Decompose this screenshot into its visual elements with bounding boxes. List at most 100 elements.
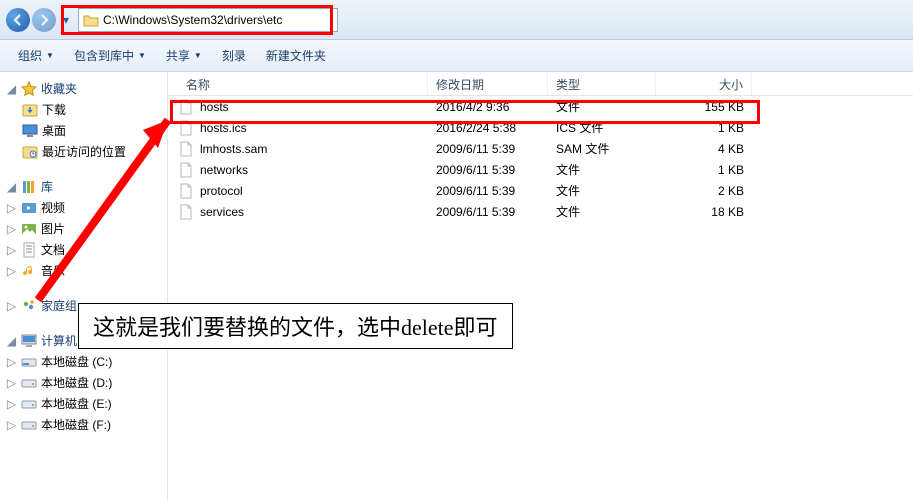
file-rows: hosts2016/4/2 9:36文件155 KBhosts.ics2016/… <box>168 96 913 222</box>
sidebar-item-label: 本地磁盘 (E:) <box>41 395 112 412</box>
expander-icon: ▷ <box>6 202 17 213</box>
expander-icon: ▷ <box>6 356 17 367</box>
file-name: protocol <box>200 184 243 198</box>
sidebar-item-desktop[interactable]: 桌面 <box>2 120 165 141</box>
column-size[interactable]: 大小 <box>656 72 752 95</box>
include-menu[interactable]: 包含到库中▼ <box>66 43 154 68</box>
libraries-header[interactable]: ◢ 库 <box>2 176 165 197</box>
sidebar-item-drive-d[interactable]: ▷ 本地磁盘 (D:) <box>2 372 165 393</box>
include-label: 包含到库中 <box>74 47 134 64</box>
back-button[interactable] <box>6 8 30 32</box>
sidebar-item-label: 本地磁盘 (C:) <box>41 353 112 370</box>
toolbar: 组织▼ 包含到库中▼ 共享▼ 刻录 新建文件夹 <box>0 40 913 72</box>
sidebar-item-drive-e[interactable]: ▷ 本地磁盘 (E:) <box>2 393 165 414</box>
file-icon <box>178 99 194 115</box>
address-path: C:\Windows\System32\drivers\etc <box>103 13 282 27</box>
newfolder-button[interactable]: 新建文件夹 <box>258 43 334 68</box>
libraries-group: ◢ 库 ▷ 视频 ▷ 图片 ▷ 文档 ▷ 音乐 <box>2 176 165 281</box>
sidebar-item-documents[interactable]: ▷ 文档 <box>2 239 165 260</box>
sidebar-item-pictures[interactable]: ▷ 图片 <box>2 218 165 239</box>
homegroup-icon <box>21 298 37 314</box>
column-type[interactable]: 类型 <box>548 72 656 95</box>
file-size: 4 KB <box>656 142 752 156</box>
burn-button[interactable]: 刻录 <box>214 43 254 68</box>
file-icon <box>178 141 194 157</box>
file-row[interactable]: services2009/6/11 5:39文件18 KB <box>168 201 913 222</box>
address-box[interactable]: C:\Windows\System32\drivers\etc <box>78 8 338 32</box>
file-row[interactable]: lmhosts.sam2009/6/11 5:39SAM 文件4 KB <box>168 138 913 159</box>
file-row[interactable]: hosts 2016/4/2 9:36文件155 KB <box>168 96 913 117</box>
favorites-header[interactable]: ◢ 收藏夹 <box>2 78 165 99</box>
address-bar: ▾ C:\Windows\System32\drivers\etc <box>0 0 913 40</box>
file-date: 2009/6/11 5:39 <box>428 163 548 177</box>
file-icon <box>178 120 194 136</box>
sidebar-item-label: 最近访问的位置 <box>42 143 126 160</box>
file-row[interactable]: networks2009/6/11 5:39文件1 KB <box>168 159 913 180</box>
expander-icon: ▷ <box>6 377 17 388</box>
expander-icon: ◢ <box>6 335 17 346</box>
nav-history-dropdown[interactable]: ▾ <box>58 13 74 27</box>
sidebar-item-label: 音乐 <box>41 262 65 279</box>
sidebar-item-label: 图片 <box>41 220 65 237</box>
file-icon <box>178 204 194 220</box>
desktop-icon <box>22 123 38 139</box>
file-name: hosts.ics <box>200 121 247 135</box>
column-date[interactable]: 修改日期 <box>428 72 548 95</box>
expander-icon: ▷ <box>6 265 17 276</box>
newfolder-label: 新建文件夹 <box>266 47 326 64</box>
favorites-group: ◢ 收藏夹 下载 桌面 最近访问的位置 <box>2 78 165 162</box>
main-pane: ◢ 收藏夹 下载 桌面 最近访问的位置 ◢ 库 <box>0 72 913 501</box>
file-name: lmhosts.sam <box>200 142 267 156</box>
file-name: hosts <box>200 100 229 114</box>
sidebar-item-label: 本地磁盘 (F:) <box>41 416 111 433</box>
share-menu[interactable]: 共享▼ <box>158 43 210 68</box>
file-type: 文件 <box>548 161 656 178</box>
sidebar-item-music[interactable]: ▷ 音乐 <box>2 260 165 281</box>
computer-label: 计算机 <box>41 332 77 349</box>
file-name: services <box>200 205 244 219</box>
organize-menu[interactable]: 组织▼ <box>10 43 62 68</box>
sidebar-item-label: 下载 <box>42 101 66 118</box>
expander-icon: ▷ <box>6 419 17 430</box>
expander-icon: ◢ <box>6 83 17 94</box>
file-name: networks <box>200 163 248 177</box>
file-size: 155 KB <box>656 100 752 114</box>
column-name[interactable]: 名称 <box>168 72 428 95</box>
expander-icon: ▷ <box>6 244 17 255</box>
sidebar-item-drive-f[interactable]: ▷ 本地磁盘 (F:) <box>2 414 165 435</box>
file-icon <box>178 162 194 178</box>
file-date: 2009/6/11 5:39 <box>428 184 548 198</box>
file-row[interactable]: hosts.ics2016/2/24 5:38ICS 文件1 KB <box>168 117 913 138</box>
file-type: 文件 <box>548 182 656 199</box>
file-icon <box>178 183 194 199</box>
star-icon <box>21 81 37 97</box>
sidebar-item-label: 视频 <box>41 199 65 216</box>
downloads-icon <box>22 102 38 118</box>
sidebar-item-recent[interactable]: 最近访问的位置 <box>2 141 165 162</box>
expander-icon: ▷ <box>6 300 17 311</box>
sidebar-item-label: 文档 <box>41 241 65 258</box>
share-label: 共享 <box>166 47 190 64</box>
sidebar-item-downloads[interactable]: 下载 <box>2 99 165 120</box>
file-type: ICS 文件 <box>548 119 656 136</box>
file-date: 2016/4/2 9:36 <box>428 100 548 114</box>
sidebar-item-videos[interactable]: ▷ 视频 <box>2 197 165 218</box>
file-date: 2009/6/11 5:39 <box>428 142 548 156</box>
expander-icon: ▷ <box>6 223 17 234</box>
homegroup-label: 家庭组 <box>41 297 77 314</box>
column-headers: 名称 修改日期 类型 大小 <box>168 72 913 96</box>
sidebar-item-label: 桌面 <box>42 122 66 139</box>
file-size: 18 KB <box>656 205 752 219</box>
file-date: 2009/6/11 5:39 <box>428 205 548 219</box>
file-type: 文件 <box>548 98 656 115</box>
drive-icon <box>21 375 37 391</box>
sidebar-item-drive-c[interactable]: ▷ 本地磁盘 (C:) <box>2 351 165 372</box>
folder-icon <box>83 13 99 27</box>
file-list-pane: 名称 修改日期 类型 大小 hosts2016/4/2 9:36文件155 KB… <box>168 72 913 501</box>
recent-icon <box>22 144 38 160</box>
documents-icon <box>21 242 37 258</box>
navigation-pane: ◢ 收藏夹 下载 桌面 最近访问的位置 ◢ 库 <box>0 72 168 501</box>
file-row[interactable]: protocol2009/6/11 5:39文件2 KB <box>168 180 913 201</box>
forward-button[interactable] <box>32 8 56 32</box>
libraries-label: 库 <box>41 178 53 195</box>
